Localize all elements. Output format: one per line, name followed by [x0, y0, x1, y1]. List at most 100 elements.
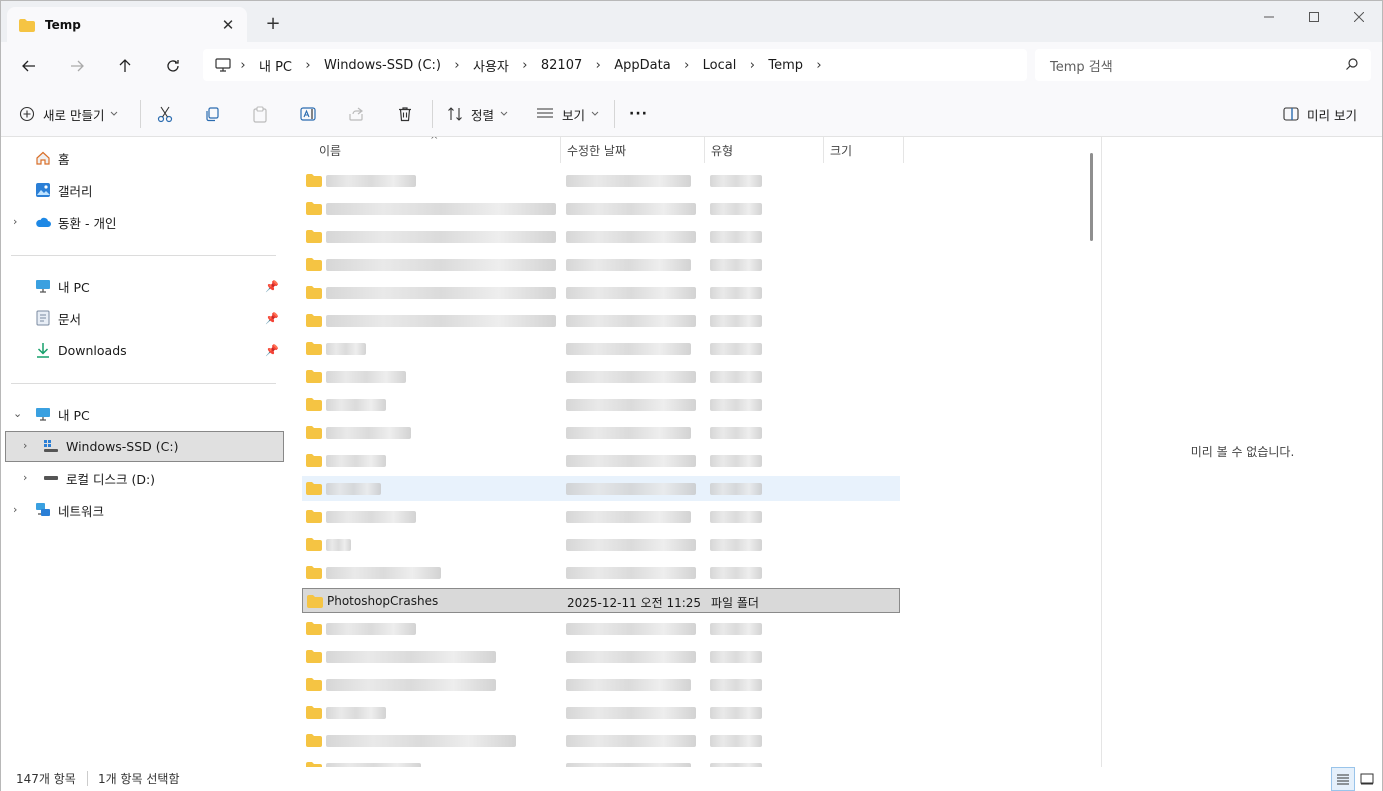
obscured-type	[710, 455, 762, 467]
breadcrumb-separator[interactable]: ›	[296, 58, 320, 73]
forward-button[interactable]	[64, 53, 90, 79]
back-button[interactable]	[16, 53, 42, 79]
view-button[interactable]: 보기	[536, 101, 599, 127]
table-row[interactable]	[302, 280, 900, 305]
breadcrumb-separator[interactable]: ›	[807, 58, 831, 73]
tiles-view-button[interactable]	[1355, 767, 1379, 791]
table-row[interactable]	[302, 252, 900, 277]
preview-pane-button[interactable]: 미리 보기	[1283, 101, 1357, 127]
cut-button[interactable]	[156, 101, 174, 127]
tab-close-button[interactable]: ✕	[219, 16, 237, 34]
table-row[interactable]	[302, 560, 900, 585]
breadcrumb-users[interactable]: 사용자	[469, 56, 513, 75]
table-row[interactable]	[302, 672, 900, 697]
folder-icon	[306, 678, 322, 691]
chevron-right-icon[interactable]: ›	[23, 439, 27, 452]
breadcrumb-separator[interactable]: ›	[586, 58, 610, 73]
table-row[interactable]	[302, 196, 900, 221]
table-row[interactable]	[302, 644, 900, 669]
sidebar-item-onedrive[interactable]: 동환 - 개인	[35, 207, 116, 237]
table-row[interactable]	[302, 756, 900, 767]
more-options-button[interactable]: ···	[629, 101, 648, 127]
sidebar-item-gallery[interactable]: 갤러리	[35, 175, 93, 205]
pin-icon[interactable]: 📌	[265, 280, 279, 293]
new-tab-button[interactable]: +	[263, 15, 283, 35]
breadcrumb-drive-c[interactable]: Windows-SSD (C:)	[320, 58, 445, 73]
column-header-modified[interactable]: 수정한 날짜	[561, 137, 705, 163]
table-row[interactable]	[302, 728, 900, 753]
tab-temp[interactable]: Temp ✕	[7, 7, 247, 43]
folder-icon	[306, 510, 322, 523]
table-row[interactable]	[302, 364, 900, 389]
breadcrumb-separator[interactable]: ›	[740, 58, 764, 73]
close-window-button[interactable]	[1336, 1, 1382, 33]
column-header-type[interactable]: 유형	[705, 137, 824, 163]
table-row[interactable]	[302, 504, 900, 529]
table-row[interactable]	[302, 616, 900, 641]
breadcrumb-user[interactable]: 82107	[537, 58, 586, 73]
breadcrumb-local[interactable]: Local	[699, 58, 741, 73]
obscured-type	[710, 707, 762, 719]
table-row[interactable]	[302, 308, 900, 333]
chevron-right-icon[interactable]: ›	[13, 215, 17, 228]
sidebar-item-thispc-pinned[interactable]: 내 PC 📌	[35, 271, 285, 301]
sidebar-item-drive-d[interactable]: 로컬 디스크 (D:)	[43, 463, 155, 493]
new-button[interactable]: 새로 만들기	[19, 101, 118, 127]
breadcrumb-temp[interactable]: Temp	[764, 58, 807, 73]
table-row[interactable]	[302, 476, 900, 501]
sort-button[interactable]: 정렬	[447, 101, 508, 127]
obscured-name	[326, 399, 386, 411]
table-row[interactable]	[302, 448, 900, 473]
sort-caret-icon: ^	[430, 137, 439, 146]
arrow-up-icon	[119, 59, 131, 72]
sidebar-item-downloads[interactable]: Downloads 📌	[35, 335, 285, 365]
address-bar[interactable]: › 내 PC › Windows-SSD (C:) › 사용자 › 82107 …	[203, 49, 1027, 81]
table-row[interactable]	[302, 420, 900, 445]
obscured-name	[326, 315, 556, 327]
refresh-button[interactable]	[160, 53, 186, 79]
paste-button[interactable]	[252, 101, 268, 127]
folder-icon	[306, 314, 322, 327]
maximize-button[interactable]	[1291, 1, 1337, 33]
sidebar-divider	[11, 383, 276, 384]
share-button[interactable]	[348, 101, 364, 127]
details-view-button[interactable]	[1331, 767, 1355, 791]
table-row-selected[interactable]: PhotoshopCrashes 2025-12-11 오전 11:25 파일 …	[302, 588, 900, 613]
obscured-date	[566, 567, 696, 579]
breadcrumb-appdata[interactable]: AppData	[610, 58, 674, 73]
obscured-type	[710, 427, 762, 439]
folder-icon	[306, 286, 322, 299]
column-header-size[interactable]: 크기	[824, 137, 904, 163]
breadcrumb-separator[interactable]: ›	[231, 58, 255, 73]
rename-button[interactable]	[300, 101, 318, 127]
table-row[interactable]	[302, 168, 900, 193]
table-row[interactable]	[302, 224, 900, 249]
breadcrumb-separator[interactable]: ›	[513, 58, 537, 73]
sidebar-item-drive-c[interactable]: Windows-SSD (C:)	[43, 431, 178, 461]
sidebar-item-thispc[interactable]: 내 PC	[35, 399, 90, 429]
chevron-right-icon[interactable]: ›	[23, 471, 27, 484]
scrollbar-thumb[interactable]	[1090, 153, 1093, 241]
sidebar-item-network[interactable]: 네트워크	[35, 495, 104, 525]
sidebar-item-home[interactable]: 홈	[35, 143, 70, 173]
table-row[interactable]	[302, 700, 900, 725]
obscured-date	[566, 511, 691, 523]
copy-button[interactable]	[204, 101, 220, 127]
table-row[interactable]	[302, 392, 900, 417]
sidebar-item-documents[interactable]: 문서 📌	[35, 303, 285, 333]
obscured-name	[326, 287, 556, 299]
minimize-button[interactable]	[1246, 1, 1292, 33]
pin-icon[interactable]: 📌	[265, 312, 279, 325]
table-row[interactable]	[302, 532, 900, 557]
up-button[interactable]	[112, 53, 138, 79]
address-row: › 내 PC › Windows-SSD (C:) › 사용자 › 82107 …	[1, 42, 1382, 89]
pin-icon[interactable]: 📌	[265, 344, 279, 357]
breadcrumb-separator[interactable]: ›	[675, 58, 699, 73]
breadcrumb-separator[interactable]: ›	[445, 58, 469, 73]
delete-button[interactable]	[397, 101, 413, 127]
chevron-down-icon[interactable]: ⌄	[13, 407, 22, 420]
chevron-right-icon[interactable]: ›	[13, 503, 17, 516]
breadcrumb-thispc[interactable]: 내 PC	[255, 56, 296, 75]
table-row[interactable]	[302, 336, 900, 361]
search-input[interactable]: Temp 검색	[1035, 49, 1371, 81]
